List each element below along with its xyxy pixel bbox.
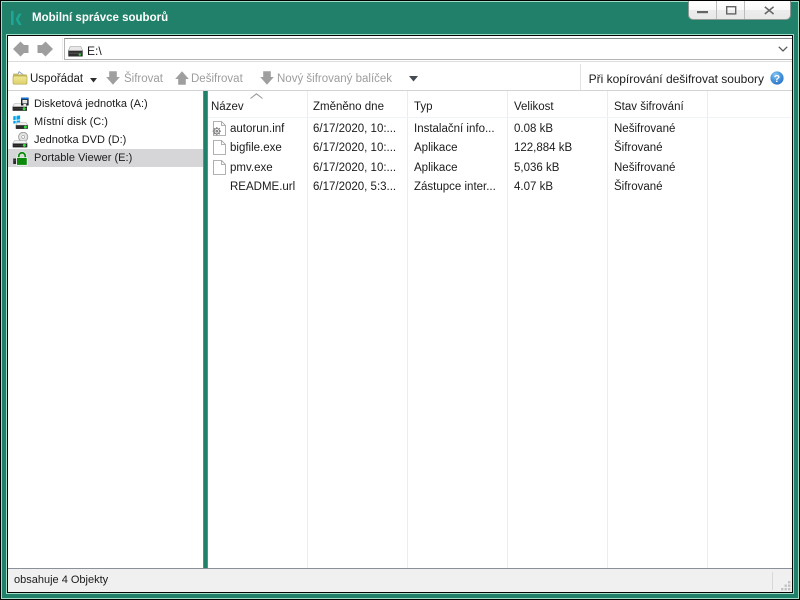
svg-text:?: ?	[774, 73, 780, 85]
